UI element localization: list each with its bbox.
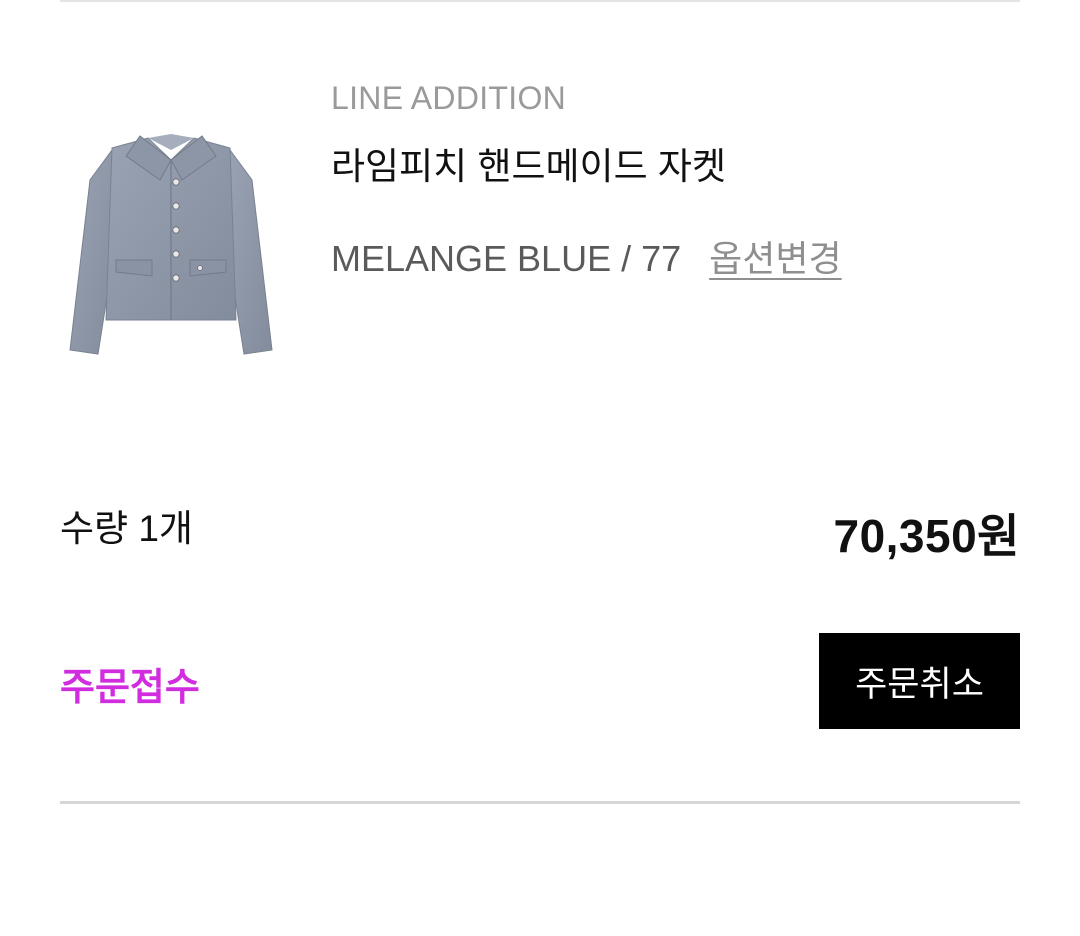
change-option-link[interactable]: 옵션변경 — [709, 230, 841, 282]
selected-option: MELANGE BLUE / 77 — [331, 238, 682, 279]
bottom-divider — [60, 801, 1020, 804]
price: 70,350원 — [833, 510, 1020, 562]
order-status: 주문접수 — [60, 667, 200, 709]
brand-name: LINE ADDITION — [331, 80, 567, 116]
top-divider — [60, 0, 1020, 2]
cancel-order-button[interactable]: 주문취소 — [819, 633, 1020, 729]
jacket-icon — [69, 134, 273, 355]
option-row: MELANGE BLUE / 77 옵션변경 — [331, 230, 842, 282]
product-image[interactable] — [60, 120, 282, 370]
quantity-label: 수량 1개 — [60, 508, 193, 549]
product-name[interactable]: 라임피치 핸드메이드 자켓 — [331, 136, 726, 190]
